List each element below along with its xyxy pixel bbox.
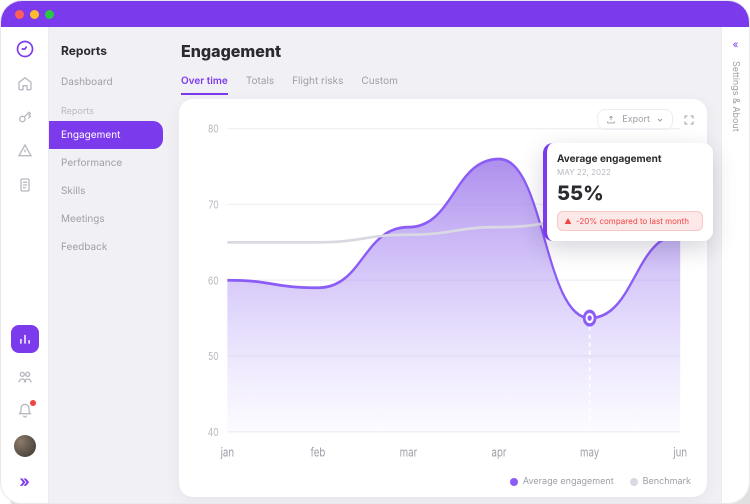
window-min-dot[interactable] (30, 10, 39, 19)
settings-rail-label: Settings & About (730, 61, 741, 132)
tab-flight-risks[interactable]: Flight risks (292, 75, 343, 95)
legend-swatch-b (630, 478, 638, 486)
chart-legend: Average engagement Benchmark (195, 470, 691, 487)
window-titlebar (1, 1, 749, 27)
app-logo-icon[interactable] (15, 39, 35, 59)
sidebar-item-performance[interactable]: Performance (49, 149, 163, 177)
tab-over-time[interactable]: Over time (181, 75, 228, 95)
app-window: » Reports Dashboard Reports Engagement P… (0, 0, 750, 504)
analytics-icon[interactable] (11, 325, 39, 353)
tooltip-title: Average engagement (557, 153, 703, 165)
icon-rail: » (1, 27, 49, 503)
window-close-dot[interactable] (15, 10, 24, 19)
svg-text:mar: mar (400, 444, 418, 460)
tooltip-delta: -20% compared to last month (557, 211, 703, 231)
bell-icon[interactable] (15, 401, 35, 421)
legend-item-a: Average engagement (510, 476, 614, 487)
content: Engagement Over time Totals Flight risks… (169, 27, 721, 503)
settings-rail: « Settings & About (721, 27, 749, 503)
sidebar-item-engagement[interactable]: Engagement (49, 121, 163, 149)
tooltip-date: MAY 22, 2022 (557, 167, 703, 177)
svg-text:jun: jun (672, 444, 687, 460)
svg-text:60: 60 (208, 274, 219, 287)
expand-rail-icon[interactable]: » (15, 471, 35, 491)
tabs: Over time Totals Flight risks Custom (179, 75, 707, 95)
svg-text:may: may (580, 444, 599, 460)
sidebar-item-feedback[interactable]: Feedback (49, 233, 163, 261)
sidebar-item-meetings[interactable]: Meetings (49, 205, 163, 233)
svg-text:80: 80 (208, 123, 219, 136)
notification-badge (30, 400, 36, 406)
sidebar-group-label: Reports (49, 96, 169, 121)
key-icon[interactable] (15, 107, 35, 127)
legend-item-b: Benchmark (630, 476, 691, 487)
tooltip-delta-text: -20% compared to last month (576, 216, 689, 226)
chart-card: Export 4050607080janfebmaraprmayjun Aver… (179, 99, 707, 497)
doc-icon[interactable] (15, 175, 35, 195)
svg-text:jan: jan (220, 444, 234, 460)
svg-text:40: 40 (208, 426, 219, 439)
window-max-dot[interactable] (45, 10, 54, 19)
sidebar-item-dashboard[interactable]: Dashboard (49, 68, 163, 96)
svg-text:feb: feb (310, 444, 325, 460)
svg-text:70: 70 (209, 199, 219, 212)
svg-text:50: 50 (208, 350, 219, 363)
tab-custom[interactable]: Custom (361, 75, 397, 95)
sidebar: Reports Dashboard Reports Engagement Per… (49, 27, 169, 503)
page-title: Engagement (181, 41, 707, 61)
user-avatar[interactable] (14, 435, 36, 457)
sidebar-title: Reports (49, 39, 169, 68)
warning-icon (564, 217, 572, 225)
home-icon[interactable] (15, 73, 35, 93)
sidebar-item-skills[interactable]: Skills (49, 177, 163, 205)
chart-tooltip: Average engagement MAY 22, 2022 55% -20%… (543, 143, 713, 241)
tooltip-value: 55% (557, 181, 703, 205)
tab-totals[interactable]: Totals (246, 75, 274, 95)
svg-text:apr: apr (492, 444, 507, 460)
alert-icon[interactable] (15, 141, 35, 161)
collapse-settings-icon[interactable]: « (733, 39, 739, 51)
users-icon[interactable] (15, 367, 35, 387)
legend-swatch-a (510, 478, 518, 486)
